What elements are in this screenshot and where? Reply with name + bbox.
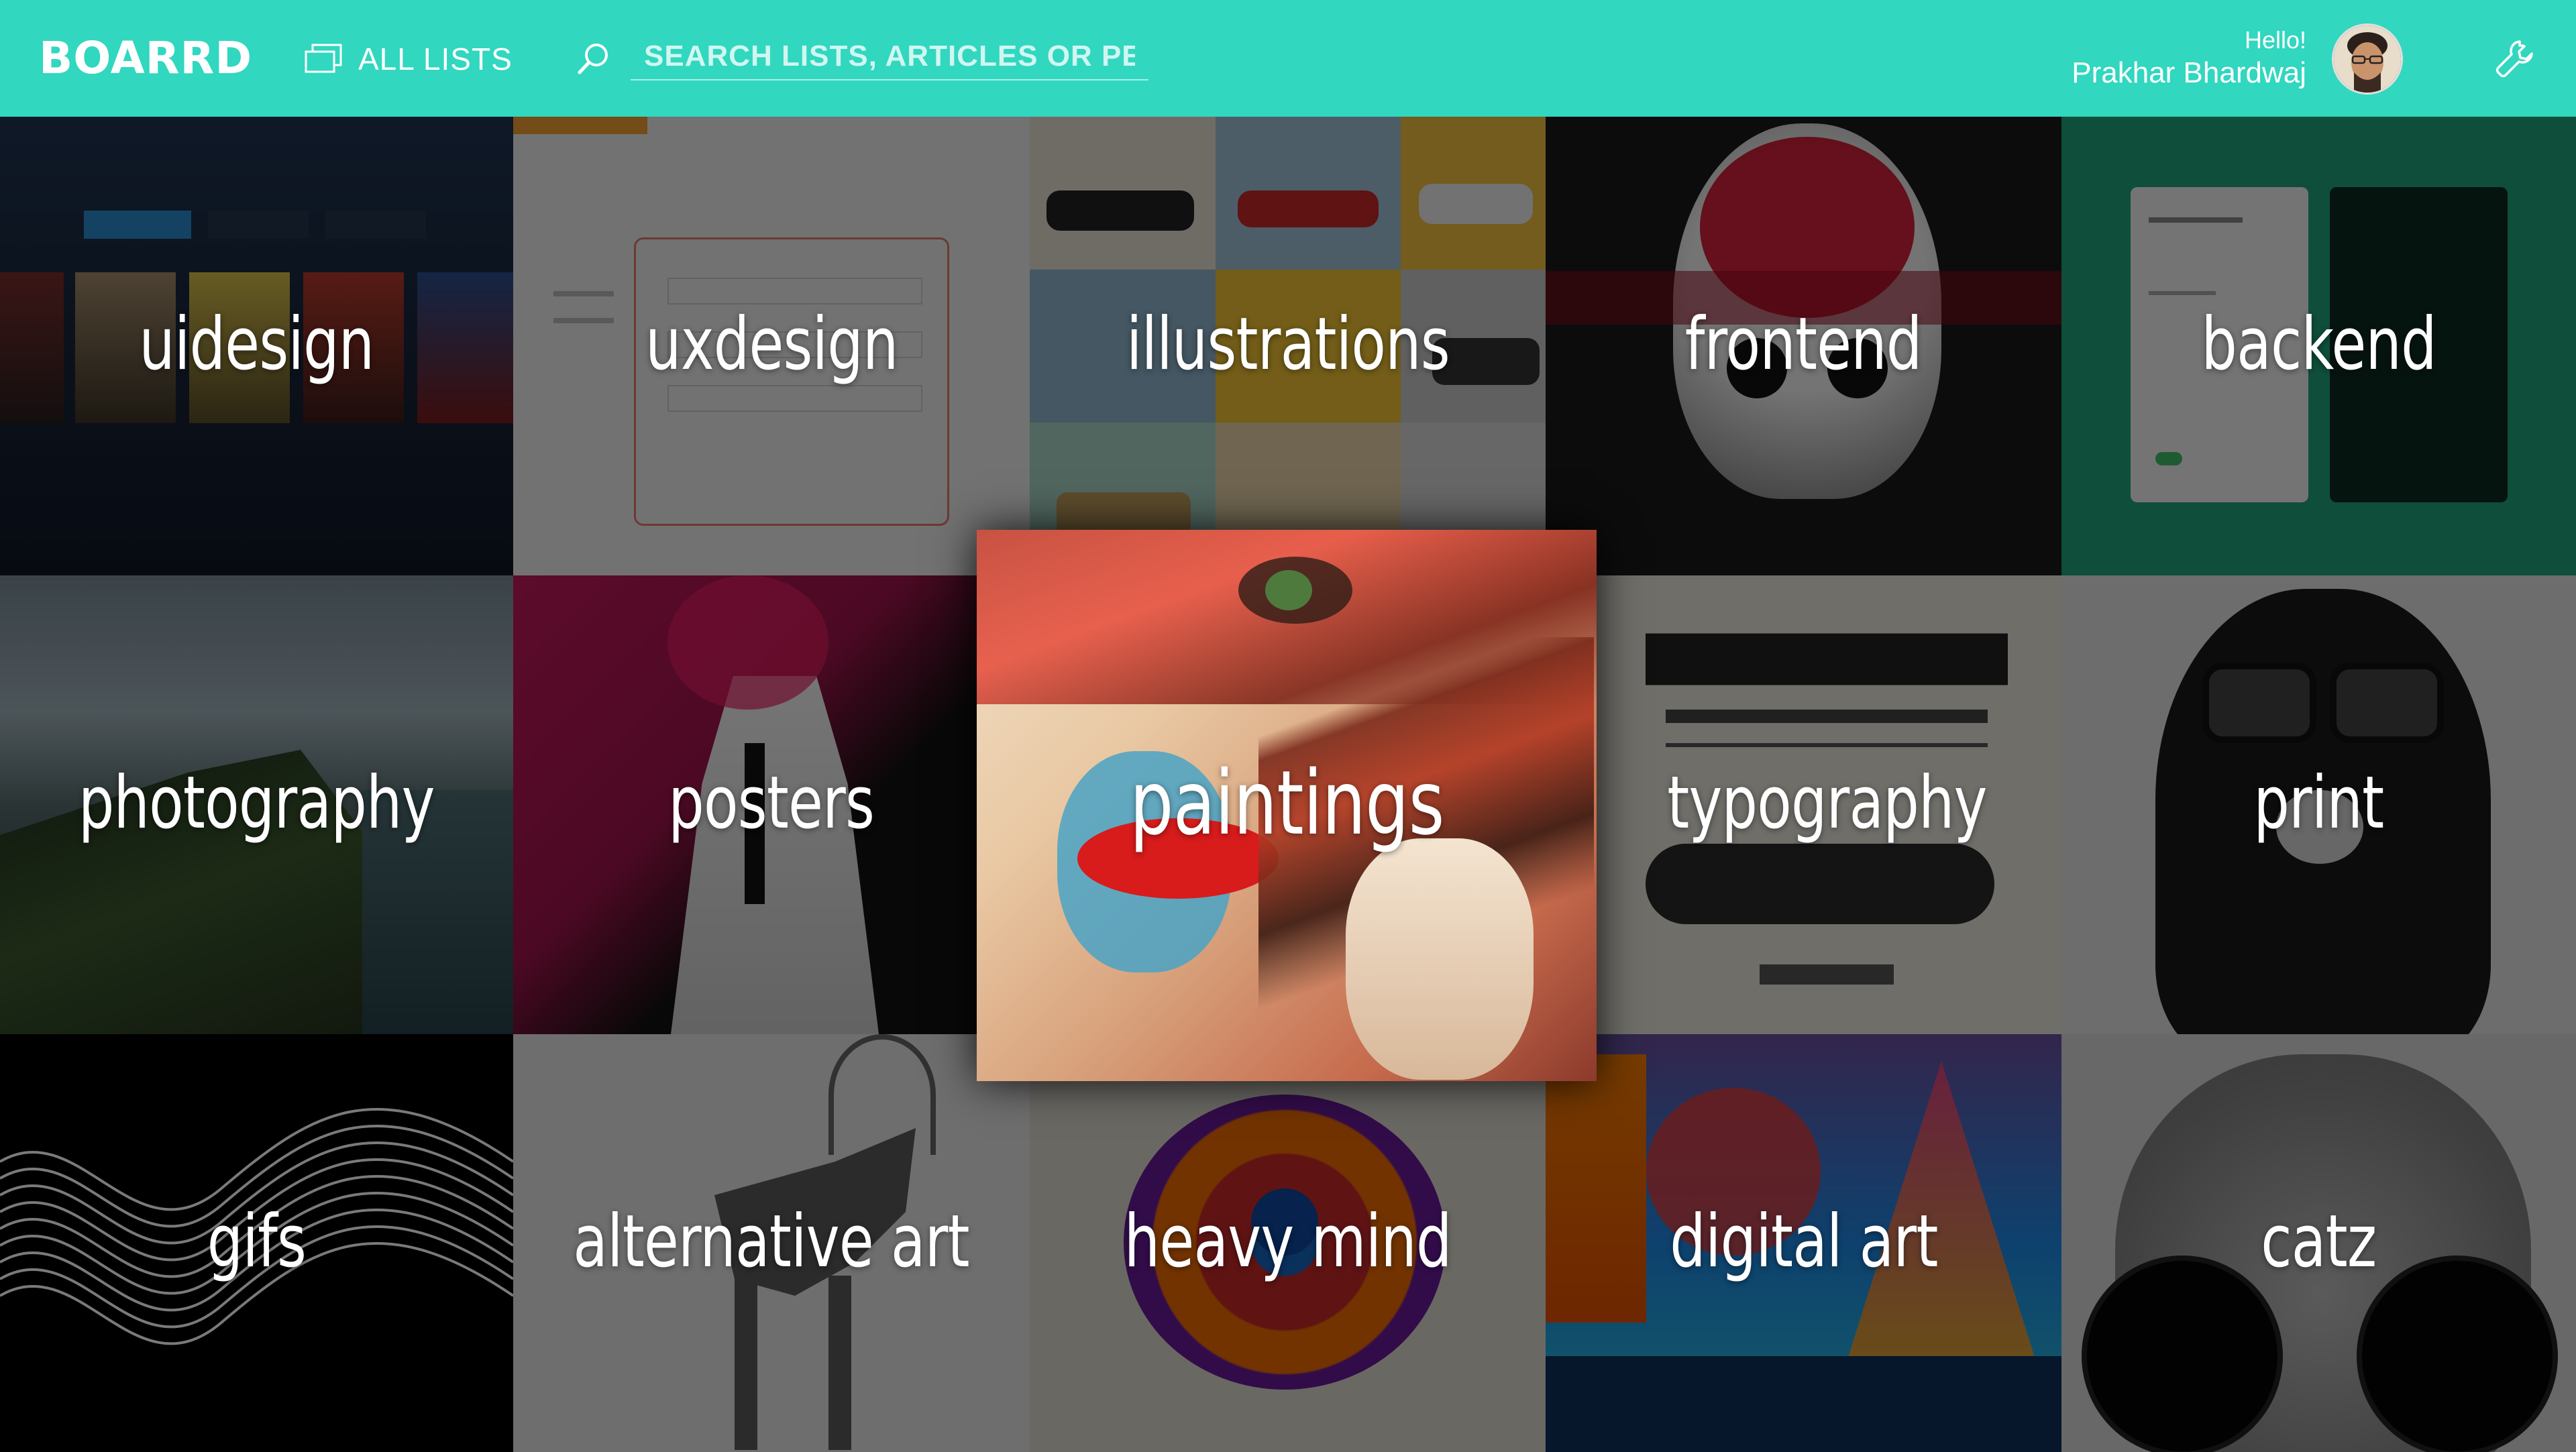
tile-label: posters <box>668 761 875 845</box>
tile-label: uxdesign <box>645 302 898 386</box>
tile-label: backend <box>2201 302 2436 386</box>
user-greeting: Hello! Prakhar Bhardwaj <box>2072 25 2306 91</box>
all-lists-label: ALL LISTS <box>358 42 513 76</box>
tile-photography[interactable]: photography <box>0 575 513 1034</box>
tile-label: illustrations <box>1126 302 1450 386</box>
avatar[interactable] <box>2332 23 2403 95</box>
avatar-portrait <box>2334 25 2401 93</box>
app-logo[interactable]: BOARRD <box>39 30 252 87</box>
tile-label: photography <box>78 761 435 845</box>
tile-label: alternative art <box>573 1199 970 1284</box>
greeting-text: Hello! <box>2244 26 2306 54</box>
tile-label: heavy mind <box>1124 1199 1452 1284</box>
tile-digital-art[interactable]: digital art <box>1546 1034 2061 1452</box>
tile-label: print <box>2253 761 2384 845</box>
all-lists-button[interactable]: ALL LISTS <box>303 38 513 80</box>
search-icon[interactable] <box>576 40 613 78</box>
tile-backend[interactable]: backend <box>2061 117 2576 575</box>
wrench-icon[interactable] <box>2493 38 2536 80</box>
tile-label: catz <box>2261 1199 2377 1284</box>
tile-label: uidesign <box>139 302 374 386</box>
tile-heavy-mind[interactable]: heavy mind <box>1030 1034 1546 1452</box>
list-grid: uidesign uxdesign illustrations frontend… <box>0 117 2576 1452</box>
stacked-cards-icon <box>305 44 342 73</box>
top-bar: BOARRD ALL LISTS Hello! Prakhar Bhardwaj <box>0 0 2576 117</box>
tile-print[interactable]: print <box>2061 575 2576 1034</box>
tile-label: frontend <box>1685 302 1923 386</box>
tile-label: typography <box>1666 761 1987 845</box>
user-name[interactable]: Prakhar Bhardwaj <box>2072 55 2306 91</box>
tile-paintings[interactable]: paintings <box>977 530 1597 1081</box>
tile-catz[interactable]: catz <box>2061 1034 2576 1452</box>
tile-label: gifs <box>207 1199 307 1284</box>
tile-frontend[interactable]: frontend <box>1546 117 2061 575</box>
tile-uxdesign[interactable]: uxdesign <box>513 117 1030 575</box>
tile-typography[interactable]: typography <box>1592 575 2061 1034</box>
tile-uidesign[interactable]: uidesign <box>0 117 513 575</box>
tile-label: digital art <box>1669 1199 1938 1284</box>
tile-illustrations[interactable]: illustrations <box>1030 117 1546 575</box>
search-input[interactable] <box>631 34 1148 80</box>
tile-label: paintings <box>1129 751 1444 855</box>
tile-gifs[interactable]: gifs <box>0 1034 513 1452</box>
tile-alternative-art[interactable]: alternative art <box>513 1034 1030 1452</box>
tile-posters[interactable]: posters <box>513 575 1030 1034</box>
